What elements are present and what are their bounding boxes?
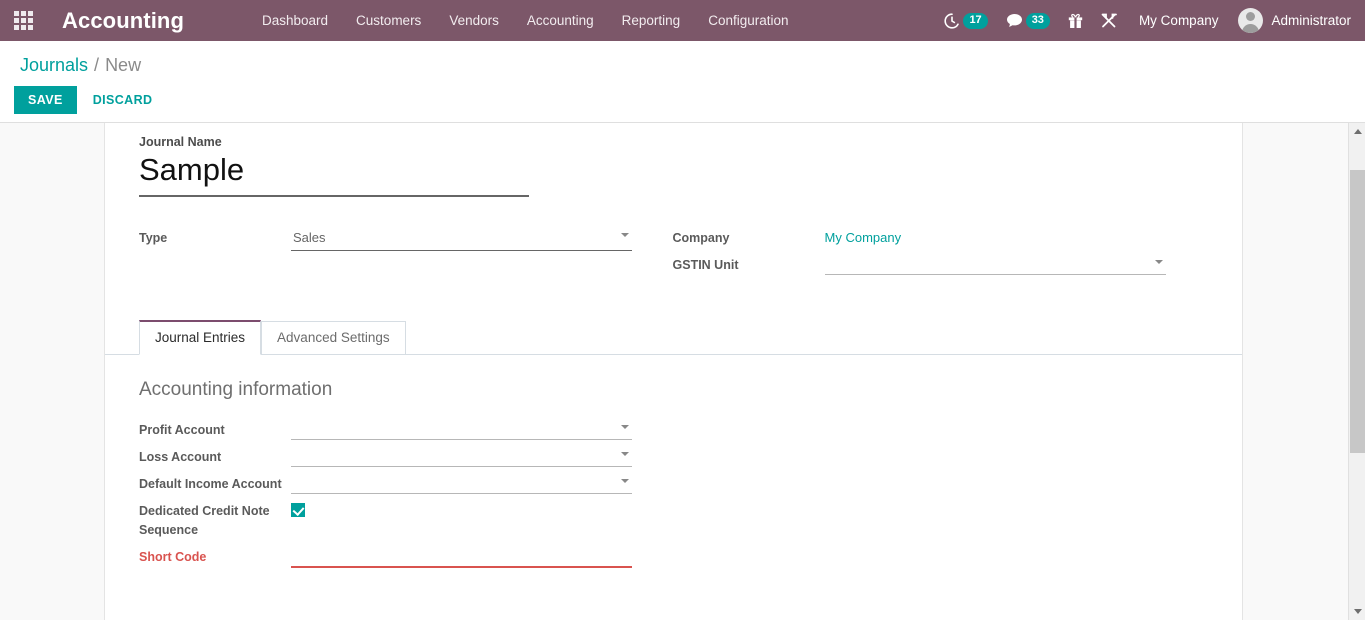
journal-name-label: Journal Name (139, 135, 1208, 149)
messaging-count-badge: 33 (1026, 13, 1050, 29)
scroll-up-button[interactable] (1349, 123, 1365, 140)
gstin-unit-value (825, 254, 1208, 275)
chevron-down-icon (1354, 609, 1362, 614)
record-actions: SAVE DISCARD (0, 76, 1365, 114)
dedicated-credit-note-row: Dedicated Credit Note Sequence (139, 500, 1208, 540)
loss-account-selected-value (291, 446, 632, 466)
short-code-input[interactable] (291, 546, 632, 566)
company-value: My Company (825, 227, 1208, 247)
company-link[interactable]: My Company (825, 227, 1208, 247)
profit-account-value (291, 419, 1208, 440)
header-columns: Type Sales Company My Company (139, 227, 1208, 281)
breadcrumb: Journals / New (0, 51, 1365, 76)
breadcrumb-journals[interactable]: Journals (20, 55, 88, 76)
default-income-account-value (291, 473, 1208, 494)
vertical-scrollbar[interactable] (1348, 123, 1365, 620)
activity-menu-button[interactable]: 17 (935, 0, 996, 41)
default-income-account-select[interactable] (291, 473, 632, 494)
breadcrumb-current: New (105, 55, 141, 76)
journal-entries-panel: Accounting information Profit Account Lo… (105, 355, 1242, 568)
dedicated-credit-note-label: Dedicated Credit Note Sequence (139, 500, 291, 540)
notebook-tabs: Journal Entries Advanced Settings (105, 319, 1242, 355)
user-name-label: Administrator (1271, 13, 1351, 28)
top-navbar: Accounting Dashboard Customers Vendors A… (0, 0, 1365, 41)
loss-account-select[interactable] (291, 446, 632, 467)
menu-item-accounting[interactable]: Accounting (513, 2, 608, 39)
loss-account-value (291, 446, 1208, 467)
short-code-input-wrap[interactable] (291, 546, 632, 568)
company-label: Company (673, 227, 825, 248)
header-left-column: Type Sales (139, 227, 671, 281)
tab-journal-entries[interactable]: Journal Entries (139, 320, 261, 355)
chevron-down-icon (621, 452, 629, 456)
profit-account-selected-value (291, 419, 632, 439)
breadcrumb-separator: / (94, 55, 99, 76)
form-header-fields: Journal Name Type Sales (105, 123, 1242, 281)
gstin-unit-selected-value (825, 254, 1166, 274)
profit-account-select[interactable] (291, 419, 632, 440)
chevron-down-icon (621, 233, 629, 237)
chevron-down-icon (621, 425, 629, 429)
content-area: Journal Name Type Sales (0, 123, 1365, 620)
company-switcher[interactable]: My Company (1127, 13, 1231, 28)
journal-name-input[interactable] (139, 151, 529, 197)
clock-activity-icon (944, 13, 960, 29)
header-right-column: Company My Company GSTIN Unit (673, 227, 1208, 281)
gstin-unit-select[interactable] (825, 254, 1166, 275)
profit-account-row: Profit Account (139, 419, 1208, 440)
type-selected-value: Sales (291, 227, 632, 250)
chevron-down-icon (621, 479, 629, 483)
profit-account-label: Profit Account (139, 419, 291, 440)
default-income-account-selected-value (291, 473, 632, 493)
control-panel: Journals / New SAVE DISCARD (0, 41, 1365, 123)
developer-tools-button[interactable] (1092, 0, 1127, 41)
journal-name-group: Journal Name (139, 135, 1208, 197)
gift-menu-button[interactable] (1059, 0, 1092, 41)
short-code-row: Short Code (139, 546, 1208, 568)
dedicated-credit-note-value (291, 500, 1208, 518)
menu-item-vendors[interactable]: Vendors (435, 2, 513, 39)
menu-item-reporting[interactable]: Reporting (608, 2, 695, 39)
type-field-row: Type Sales (139, 227, 671, 251)
type-value: Sales (291, 227, 671, 251)
company-field-row: Company My Company (673, 227, 1208, 248)
save-button[interactable]: SAVE (14, 86, 77, 114)
tools-icon (1101, 13, 1118, 29)
menu-item-customers[interactable]: Customers (342, 2, 435, 39)
gstin-unit-label: GSTIN Unit (673, 254, 825, 275)
form-sheet: Journal Name Type Sales (104, 123, 1243, 620)
type-select[interactable]: Sales (291, 227, 632, 251)
app-brand-title[interactable]: Accounting (62, 8, 184, 34)
chevron-down-icon (1155, 260, 1163, 264)
messaging-menu-button[interactable]: 33 (997, 0, 1059, 41)
default-income-account-label: Default Income Account (139, 473, 291, 494)
dedicated-credit-note-checkbox[interactable] (291, 503, 305, 517)
scroll-down-button[interactable] (1349, 603, 1365, 620)
short-code-value (291, 546, 1208, 568)
menu-item-configuration[interactable]: Configuration (694, 2, 802, 39)
gstin-unit-field-row: GSTIN Unit (673, 254, 1208, 275)
user-menu-button[interactable]: Administrator (1230, 8, 1355, 33)
default-income-account-row: Default Income Account (139, 473, 1208, 494)
apps-grid-icon (14, 11, 33, 30)
tab-advanced-settings[interactable]: Advanced Settings (261, 321, 406, 355)
chat-bubble-icon (1006, 13, 1023, 28)
menu-item-dashboard[interactable]: Dashboard (248, 2, 342, 39)
apps-menu-button[interactable] (8, 6, 38, 36)
accounting-information-title: Accounting information (139, 379, 1208, 401)
short-code-label: Short Code (139, 546, 291, 567)
discard-button[interactable]: DISCARD (83, 86, 163, 114)
activity-count-badge: 17 (963, 13, 987, 29)
gift-icon (1068, 13, 1083, 29)
type-label: Type (139, 227, 291, 248)
main-menu: Dashboard Customers Vendors Accounting R… (248, 2, 803, 39)
loss-account-row: Loss Account (139, 446, 1208, 467)
scrollbar-thumb[interactable] (1350, 170, 1365, 453)
chevron-up-icon (1354, 129, 1362, 134)
systray: 17 33 My Company (935, 0, 1355, 41)
avatar (1238, 8, 1263, 33)
loss-account-label: Loss Account (139, 446, 291, 467)
